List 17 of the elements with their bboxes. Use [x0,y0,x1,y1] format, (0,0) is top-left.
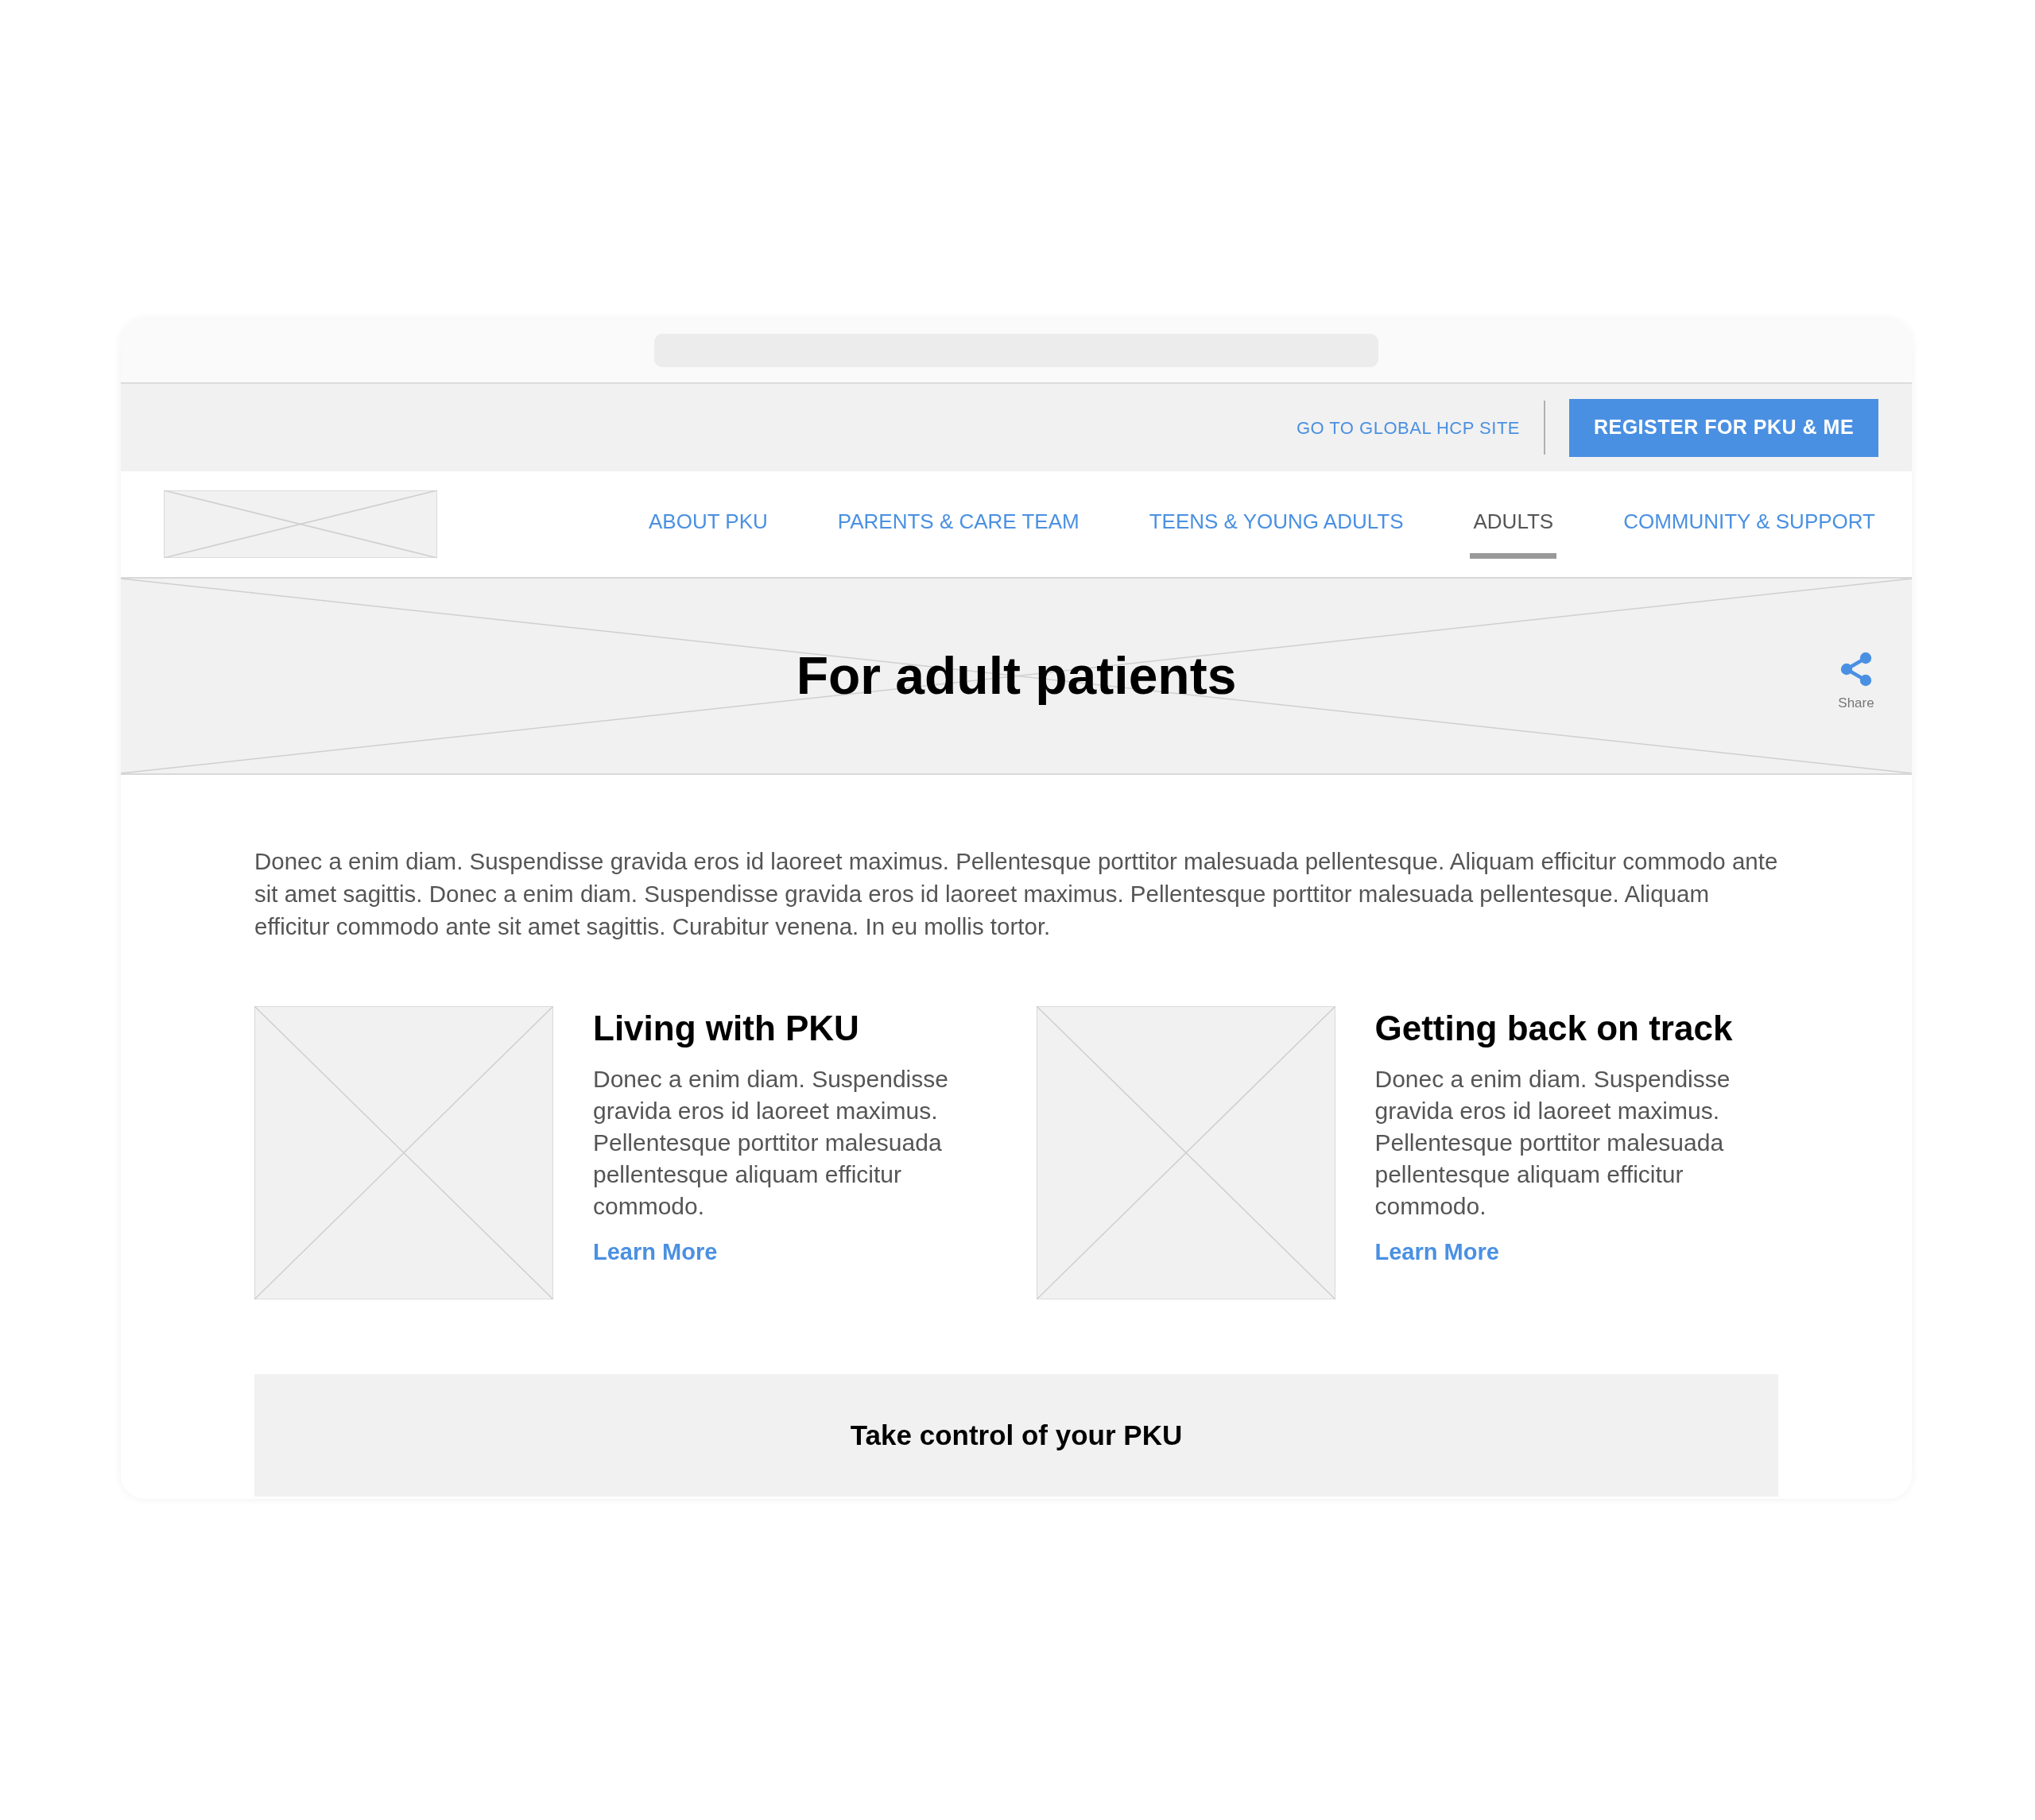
card-text: Donec a enim diam. Suspendisse gravida eros id laoreet maximus. Pellentesque porttitor malesuada pellentesque aliquam efficitur commodo. [1374,1065,1731,1221]
nav-tab[interactable]: PARENTS & CARE TEAM [834,490,1083,559]
nav-tab[interactable]: TEENS & YOUNG ADULTS [1145,490,1407,559]
learn-more-link[interactable]: Learn More [1374,1235,1499,1270]
register-button[interactable]: REGISTER FOR PKU & ME [1569,398,1878,457]
nav-tab[interactable]: COMMUNITY & SUPPORT [1620,490,1878,559]
hero-title: For adult patients [796,645,1237,707]
nav-tab[interactable]: ABOUT PKU [645,490,771,559]
learn-more-link[interactable]: Learn More [593,1235,718,1270]
card-title: Living with PKU [593,1008,860,1049]
global-hcp-site-link[interactable]: GO TO GLOBAL HCP SITE [1296,414,1520,441]
nav-tab[interactable]: ADULTS [1470,490,1557,559]
intro-paragraph: Donec a enim diam. Suspendisse gravida eros id laoreet maximus. Pellentesque porttitor malesuada pellentesque. Aliquam efficitur commodo ante sit amet sagittis. Donec a enim diam. Suspendisse gravida eros id laoreet maximus. Pellentesque porttitor malesuada pellentesque. Aliquam efficitur commodo ante sit amet sagittis. Curabitur venena. In eu mollis tortor. [254,847,1778,941]
card-text: Donec a enim diam. Suspendisse gravida eros id laoreet maximus. Pellentesque porttitor malesuada pellentesque aliquam efficitur commodo. [593,1065,949,1221]
share-button[interactable]: Share [1837,650,1875,714]
card-title: Getting back on track [1374,1008,1734,1049]
cta-title: Take control of your PKU [850,1418,1183,1452]
